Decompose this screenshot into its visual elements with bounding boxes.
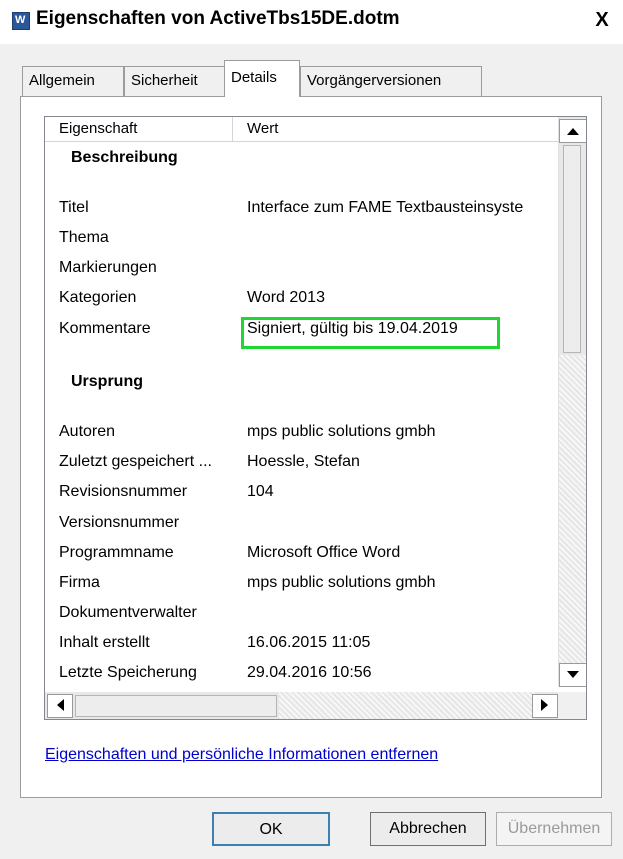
list-item[interactable]: Letzte Speicherung 29.04.2016 10:56 [45, 658, 558, 688]
property-name: Firma [59, 574, 100, 591]
ok-button[interactable]: OK [212, 812, 330, 846]
apply-button[interactable]: Übernehmen [496, 812, 612, 846]
list-item[interactable]: Titel Interface zum FAME Textbausteinsyst… [45, 193, 558, 223]
property-value: Hoessle, Stefan [247, 453, 360, 470]
word-document-icon: W [12, 12, 30, 30]
horizontal-scroll-thumb[interactable] [75, 695, 277, 717]
title-bar[interactable]: W Eigenschaften von ActiveTbs15DE.dotm X [0, 0, 623, 44]
list-item[interactable]: Markierungen [45, 253, 558, 283]
tab-allgemein[interactable]: Allgemein [22, 66, 124, 96]
property-name: Revisionsnummer [59, 483, 188, 500]
property-name: Markierungen [59, 259, 157, 276]
tab-details[interactable]: Details [224, 60, 300, 97]
vertical-scrollbar[interactable] [558, 117, 586, 687]
list-item[interactable]: Revisionsnummer 104 [45, 477, 558, 507]
properties-list[interactable]: Eigenschaft Wert Beschreibung Titel Inter… [44, 116, 587, 720]
group-header-description[interactable]: Beschreibung [71, 149, 178, 167]
property-value: Interface zum FAME Textbausteinsyste [247, 199, 524, 216]
property-name: Thema [59, 229, 109, 246]
remove-properties-link[interactable]: Eigenschaften und persönliche Informatio… [45, 746, 438, 764]
property-name: Versionsnummer [59, 514, 180, 531]
horizontal-scroll-track[interactable] [279, 692, 535, 719]
column-header-property[interactable]: Eigenschaft [45, 117, 233, 141]
scroll-right-button[interactable] [532, 694, 558, 718]
property-value: mps public solutions gmbh [247, 423, 436, 440]
tab-sicherheit[interactable]: Sicherheit [124, 66, 226, 96]
cancel-button[interactable]: Abbrechen [370, 812, 486, 846]
vertical-scroll-track[interactable] [559, 355, 586, 663]
property-name: Zuletzt gespeichert ... [59, 453, 212, 470]
properties-dialog: W Eigenschaften von ActiveTbs15DE.dotm X… [0, 0, 623, 859]
property-value: 104 [247, 483, 274, 500]
group-header-origin[interactable]: Ursprung [71, 373, 143, 391]
arrow-down-icon [567, 671, 579, 678]
list-item[interactable]: Autoren mps public solutions gmbh [45, 417, 558, 447]
property-name: Inhalt erstellt [59, 634, 150, 651]
list-item[interactable]: Thema [45, 223, 558, 253]
property-name: Kommentare [59, 320, 151, 337]
tab-vorgaengerversionen[interactable]: Vorgängerversionen [300, 66, 482, 96]
list-item[interactable]: Zuletzt gespeichert ... Hoessle, Stefan [45, 447, 558, 477]
property-name: Dokumentverwalter [59, 604, 197, 621]
list-item[interactable]: Inhalt erstellt 16.06.2015 11:05 [45, 628, 558, 658]
arrow-left-icon [57, 699, 64, 711]
property-name: Programmname [59, 544, 174, 561]
scroll-left-button[interactable] [47, 694, 73, 718]
arrow-up-icon [567, 128, 579, 135]
list-item[interactable]: Dokumentverwalter [45, 598, 558, 628]
window-title: Eigenschaften von ActiveTbs15DE.dotm [36, 8, 400, 29]
property-value: 16.06.2015 11:05 [247, 634, 371, 651]
property-value: 29.04.2016 10:56 [247, 664, 372, 681]
property-name: Kategorien [59, 289, 137, 306]
list-header: Eigenschaft Wert [45, 117, 558, 142]
property-name: Autoren [59, 423, 116, 440]
arrow-right-icon [541, 699, 548, 711]
property-name: Titel [59, 199, 89, 216]
scroll-up-button[interactable] [559, 119, 586, 143]
list-item[interactable]: Versionsnummer [45, 508, 558, 538]
close-button[interactable]: X [591, 8, 613, 32]
list-item[interactable]: Kategorien Word 2013 [45, 283, 558, 313]
property-name: Letzte Speicherung [59, 664, 197, 681]
property-value: Word 2013 [247, 289, 325, 306]
scroll-down-button[interactable] [559, 663, 586, 687]
highlight-box [241, 317, 500, 349]
list-item[interactable]: Programmname Microsoft Office Word [45, 538, 558, 568]
list-item[interactable]: Firma mps public solutions gmbh [45, 568, 558, 598]
horizontal-scrollbar[interactable] [45, 692, 558, 719]
property-value: Microsoft Office Word [247, 544, 401, 561]
vertical-scroll-thumb[interactable] [563, 145, 581, 353]
scrollbar-corner [558, 692, 586, 719]
column-header-value[interactable]: Wert [233, 117, 558, 141]
property-value: mps public solutions gmbh [247, 574, 436, 591]
